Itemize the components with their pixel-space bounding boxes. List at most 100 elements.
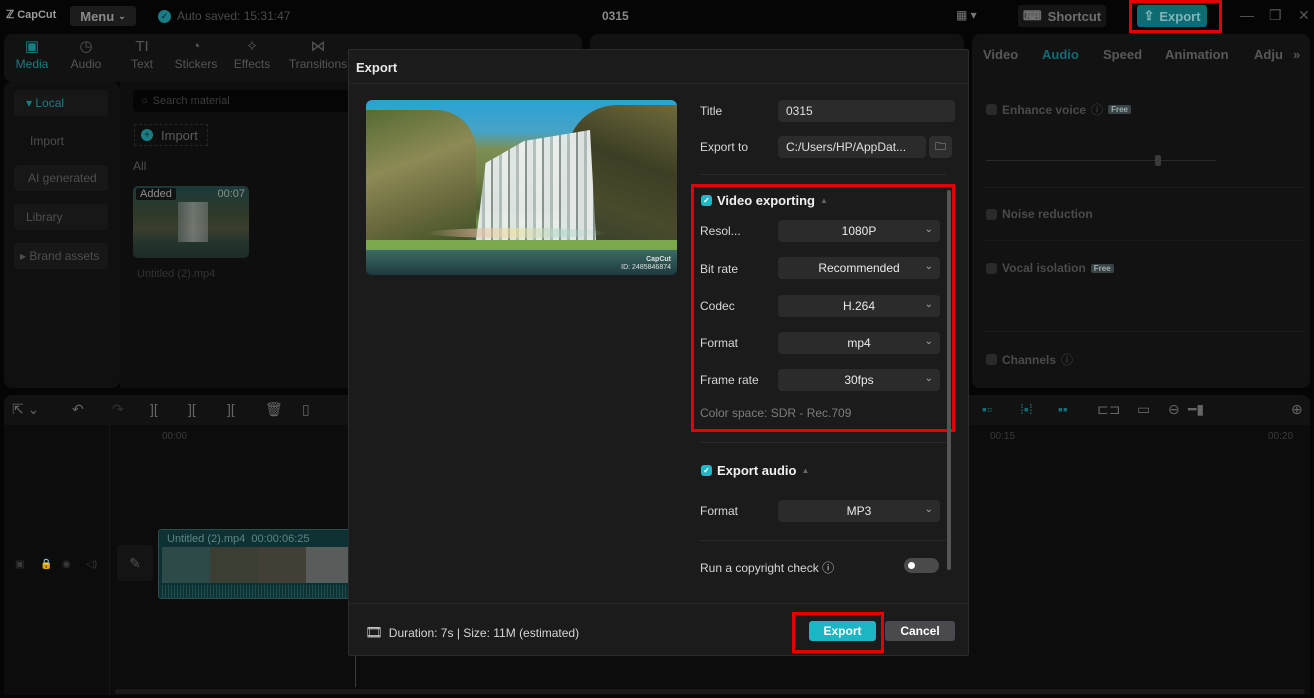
- eye-icon[interactable]: ◉: [62, 559, 71, 570]
- search-icon: ○: [141, 95, 148, 107]
- added-badge: Added: [136, 188, 176, 200]
- checkbox-checked[interactable]: ✓: [701, 195, 712, 206]
- audio-format-select[interactable]: MP3 ⌄: [778, 500, 940, 522]
- ruler-tick: 00:15: [990, 431, 1016, 442]
- codec-select[interactable]: H.264 ⌄: [778, 295, 940, 317]
- export-summary: 🎞 Duration: 7s | Size: 11M (estimated): [365, 624, 580, 640]
- cover-edit-button[interactable]: ✎: [117, 545, 153, 581]
- media-icon: ▣: [24, 38, 40, 55]
- link-icon[interactable]: ⁞▪⁞: [1020, 401, 1033, 417]
- sidebar-item-local[interactable]: ▾ Local: [14, 90, 108, 116]
- help-icon[interactable]: ⓘ: [822, 561, 834, 575]
- select-tool-icon[interactable]: ⇱ ⌄: [12, 401, 39, 418]
- top-export-button[interactable]: ⇪ Export: [1137, 5, 1207, 27]
- zoom-slider[interactable]: ━▮: [1188, 401, 1204, 418]
- title-bar: ℤ CapCut Menu ⌄ ✓ Auto saved: 15:31:47 0315…: [0, 0, 1314, 33]
- tab-video[interactable]: Video: [983, 47, 1018, 62]
- restore-icon[interactable]: ❐: [1269, 7, 1282, 24]
- cancel-button[interactable]: Cancel: [885, 621, 955, 641]
- minimize-icon[interactable]: —: [1240, 7, 1254, 23]
- delete-icon[interactable]: 🗑: [265, 401, 283, 418]
- tab-audio[interactable]: Audio: [1042, 47, 1079, 62]
- video-export-toggle[interactable]: ✓ Video exporting ▲: [701, 193, 828, 208]
- effects-icon: ✧: [245, 38, 259, 55]
- export-path-input[interactable]: C:/Users/HP/AppDat...: [778, 136, 926, 158]
- tool-transitions[interactable]: ⋈ Transitions: [285, 37, 351, 71]
- audio-export-toggle[interactable]: ✓ Export audio ▲: [701, 463, 809, 478]
- keyboard-icon: ⌨: [1022, 8, 1042, 23]
- title-input[interactable]: 0315: [778, 100, 955, 122]
- sidebar-item-library[interactable]: Library: [14, 204, 108, 230]
- checkbox[interactable]: [986, 262, 997, 274]
- chevron-down-icon: ⌄: [924, 336, 933, 347]
- channels-row[interactable]: Channels ⓘ: [986, 351, 1073, 368]
- tool-audio[interactable]: ◷ Audio: [58, 37, 114, 71]
- resolution-select[interactable]: 1080P ⌄: [778, 220, 940, 242]
- search-input[interactable]: ○ Search material: [133, 90, 363, 112]
- tab-speed[interactable]: Speed: [1103, 47, 1142, 62]
- split-right-icon[interactable]: ][: [227, 401, 235, 417]
- split-screen-icon[interactable]: ⊏⊐: [1097, 401, 1120, 418]
- enhance-voice-row[interactable]: Enhance voice ⓘ Free: [986, 101, 1131, 118]
- tool-stickers[interactable]: ◔ Stickers: [168, 37, 224, 71]
- sidebar-item-import[interactable]: Import: [14, 128, 108, 154]
- media-thumbnail[interactable]: Added 00:07: [133, 186, 249, 258]
- mute-icon[interactable]: ◁): [86, 559, 97, 570]
- dialog-scrollbar[interactable]: [947, 190, 951, 570]
- import-button[interactable]: + Import: [134, 124, 208, 146]
- noise-reduction-row[interactable]: Noise reduction: [986, 207, 1093, 221]
- plus-icon: +: [141, 129, 153, 141]
- checkbox[interactable]: [986, 354, 997, 365]
- vocal-isolation-row[interactable]: Vocal isolation Free: [986, 261, 1114, 275]
- sidebar-item-ai-generated[interactable]: AI generated: [14, 165, 108, 191]
- zoom-in-icon[interactable]: ⊕: [1291, 401, 1303, 418]
- dialog-title: Export: [356, 60, 398, 75]
- tool-text[interactable]: TI Text: [114, 37, 170, 71]
- menu-button[interactable]: Menu ⌄: [70, 6, 136, 26]
- tool-media[interactable]: ▣ Media: [4, 37, 60, 71]
- capcut-logo-icon: ℤ: [6, 9, 15, 21]
- copyright-check-toggle[interactable]: [904, 558, 939, 573]
- magnet-icon[interactable]: ▪▫: [982, 401, 992, 417]
- chevron-down-icon: ⌄: [924, 373, 933, 384]
- frame-rate-select[interactable]: 30fps ⌄: [778, 369, 940, 391]
- setting-label: Codec: [700, 299, 735, 313]
- checkbox[interactable]: [986, 104, 997, 115]
- tab-animation[interactable]: Animation: [1165, 47, 1229, 62]
- setting-label: Frame rate: [700, 373, 759, 387]
- track-video-icon[interactable]: ▣: [15, 559, 24, 570]
- caret-up-icon: ▲: [801, 466, 810, 475]
- more-tabs-icon[interactable]: »: [1293, 47, 1300, 62]
- split-left-icon[interactable]: ][: [188, 401, 196, 417]
- share-icon: ⇪: [1143, 8, 1155, 23]
- split-icon[interactable]: ][: [150, 401, 158, 417]
- setting-label: Resol...: [700, 224, 741, 238]
- audio-format-label: Format: [700, 504, 739, 518]
- video-format-select[interactable]: mp4 ⌄: [778, 332, 940, 354]
- freeze-icon[interactable]: ▯: [302, 401, 310, 418]
- bitrate-select[interactable]: Recommended ⌄: [778, 257, 940, 279]
- preview-axis-icon[interactable]: ▭: [1137, 401, 1150, 418]
- linkage-icon[interactable]: ▪▪: [1058, 401, 1068, 417]
- tab-adjust[interactable]: Adju: [1254, 47, 1283, 62]
- checkbox-checked[interactable]: ✓: [701, 465, 712, 476]
- browse-folder-button[interactable]: 🗀: [929, 136, 952, 158]
- film-icon: 🎞: [365, 624, 383, 640]
- export-button[interactable]: Export: [809, 621, 876, 641]
- shortcut-button[interactable]: ⌨ Shortcut: [1018, 5, 1106, 27]
- checkbox[interactable]: [986, 208, 997, 220]
- enhance-slider[interactable]: [986, 160, 1216, 161]
- filter-all-label: All: [133, 159, 147, 173]
- tool-effects[interactable]: ✧ Effects: [224, 37, 280, 71]
- redo-icon[interactable]: ↷: [112, 401, 124, 418]
- slider-handle[interactable]: [1155, 155, 1161, 166]
- sidebar-item-brand-assets[interactable]: ▸ Brand assets: [14, 243, 108, 269]
- autosave-status: ✓ Auto saved: 15:31:47: [158, 9, 290, 23]
- timeline-scrollbar[interactable]: [115, 689, 1305, 694]
- timeline-clip[interactable]: Untitled (2).mp4 00:00:06:25: [158, 529, 358, 599]
- close-icon[interactable]: ✕: [1298, 7, 1310, 24]
- zoom-out-icon[interactable]: ⊖: [1168, 401, 1180, 418]
- undo-icon[interactable]: ↶: [72, 401, 84, 418]
- layout-icon[interactable]: ▦ ▾: [956, 8, 984, 24]
- lock-icon[interactable]: 🔒: [40, 559, 52, 570]
